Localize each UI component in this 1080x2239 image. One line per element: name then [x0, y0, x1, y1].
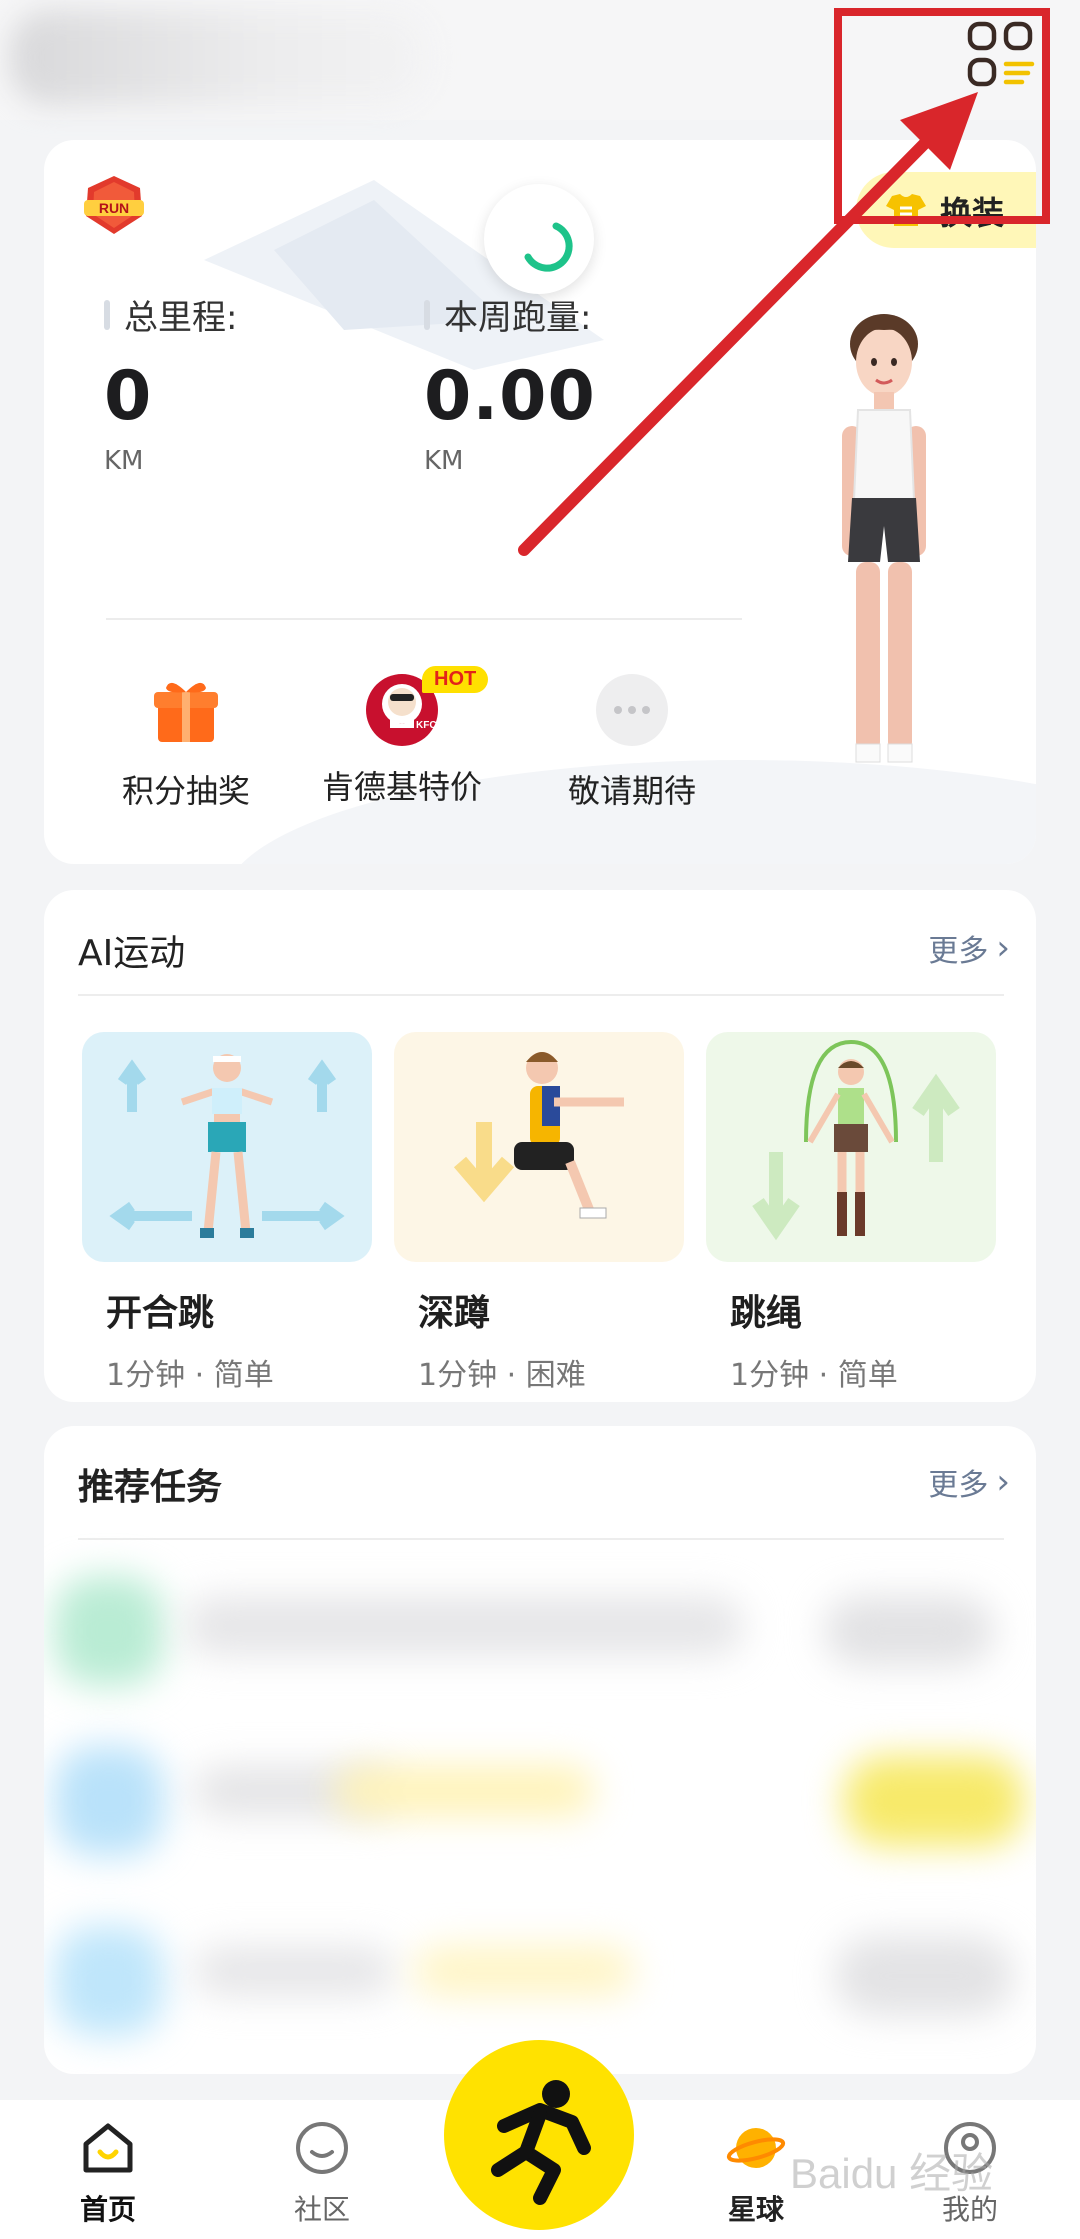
- summary-divider: [106, 618, 742, 620]
- jumping-jacks-illustration: [109, 1054, 345, 1238]
- task-icon: [54, 1576, 164, 1686]
- section-divider: [78, 1538, 1004, 1540]
- run-badge-icon[interactable]: RUN: [80, 174, 148, 238]
- section-divider: [78, 994, 1004, 996]
- exercise-meta: 1分钟 · 简单: [730, 1358, 898, 1393]
- task-reward: [414, 1946, 634, 1996]
- weekly-distance-stat: 本周跑量: 0.00 KM: [424, 290, 596, 476]
- total-distance-stat: 总里程: 0 KM: [104, 290, 237, 476]
- chevron-right-icon: ›: [996, 928, 1010, 968]
- shortcut-label: 肯德基特价: [321, 768, 482, 806]
- highlight-box: [834, 8, 1050, 224]
- task-action-button[interactable]: [834, 1936, 1014, 2016]
- nav-home[interactable]: 首页: [38, 2118, 178, 2228]
- home-icon: [83, 2123, 133, 2173]
- task-action-button[interactable]: [824, 1596, 994, 1666]
- shortcut-label: 积分抽奖: [121, 772, 250, 810]
- task-text: [184, 1596, 744, 1656]
- task-action-button[interactable]: [844, 1756, 1024, 1846]
- shortcut-label: 敬请期待: [567, 772, 696, 810]
- community-icon: [296, 2122, 348, 2174]
- total-distance-label: 总里程:: [124, 298, 238, 338]
- recommended-tasks-card: 推荐任务 更多 ›: [44, 1426, 1036, 2074]
- chevron-right-icon: ›: [996, 1462, 1010, 1502]
- blurred-user-header: [10, 10, 430, 105]
- exercise-meta: 1分钟 · 困难: [418, 1358, 586, 1393]
- exercise-jumping-jacks[interactable]: 开合跳 1分钟 · 简单: [82, 1032, 372, 1394]
- jump-rope-illustration: [752, 1039, 960, 1241]
- task-icon: [54, 1926, 164, 2036]
- exercise-squat[interactable]: 深蹲 1分钟 · 困难: [394, 1032, 684, 1394]
- exercise-meta: 1分钟 · 简单: [106, 1358, 274, 1393]
- more-link[interactable]: 更多 ›: [928, 926, 1010, 970]
- runner-avatar[interactable]: [804, 300, 964, 860]
- section-title: AI运动: [78, 933, 186, 974]
- weekly-distance-value: 0.00: [424, 357, 596, 436]
- baidu-watermark: Baidu 经验: [790, 2150, 994, 2197]
- total-distance-unit: KM: [104, 446, 144, 476]
- weekly-distance-unit: KM: [424, 446, 464, 476]
- svg-text:RUN: RUN: [99, 200, 129, 216]
- weekly-distance-label: 本周跑量:: [444, 298, 592, 338]
- nav-label: 社区: [293, 2193, 350, 2226]
- exercise-name: 开合跳: [106, 1293, 215, 1334]
- exercise-name: 跳绳: [730, 1293, 803, 1334]
- more-dots-icon: [596, 674, 668, 746]
- loading-spinner: [484, 184, 594, 294]
- svg-text:KFC: KFC: [416, 720, 437, 731]
- shortcut-coming-soon[interactable]: 敬请期待: [532, 672, 732, 812]
- planet-icon: [726, 2128, 786, 2168]
- nav-community[interactable]: 社区: [252, 2118, 392, 2228]
- nav-label: 首页: [79, 2193, 136, 2226]
- task-reward: [334, 1766, 594, 1816]
- hot-badge: HOT: [422, 666, 489, 693]
- ai-sports-card: AI运动 更多 › 开合跳 1分钟 · 简单 深蹲 1分钟 · 困难 跳绳 1分…: [44, 890, 1036, 1402]
- shortcut-kfc-deal[interactable]: KFC HOT 肯德基特价: [302, 666, 502, 808]
- shortcut-points-lottery[interactable]: 积分抽奖: [86, 672, 286, 812]
- task-icon: [54, 1746, 164, 1856]
- gift-icon: [154, 682, 218, 742]
- total-distance-value: 0: [104, 357, 153, 436]
- task-text: [194, 1946, 394, 1996]
- section-title: 推荐任务: [78, 1467, 223, 1508]
- spinner-arc-icon: [524, 222, 573, 272]
- exercise-jump-rope[interactable]: 跳绳 1分钟 · 简单: [706, 1032, 996, 1394]
- more-link[interactable]: 更多 ›: [928, 1460, 1010, 1504]
- running-summary-card: RUN 总里程: 0 KM 本周跑量: 0.00 KM 换装 积分抽奖 KFC …: [44, 140, 1036, 864]
- start-run-button[interactable]: [444, 2040, 634, 2230]
- exercise-name: 深蹲: [418, 1293, 491, 1334]
- run-icon: [491, 2080, 591, 2205]
- squat-illustration: [453, 1052, 624, 1219]
